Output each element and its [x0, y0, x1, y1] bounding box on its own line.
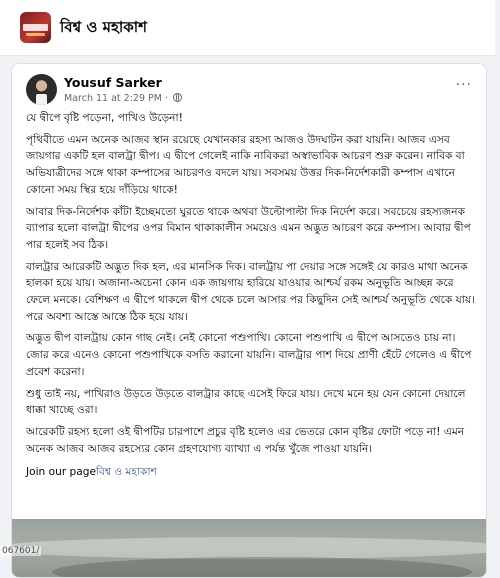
post-text: যে দ্বীপে বৃষ্টি পড়েনা, পাখিও উড়েনা! প… [26, 110, 478, 481]
right-gutter [495, 0, 500, 569]
avatar[interactable] [26, 74, 57, 105]
post-author[interactable]: Yousuf Sarker [64, 75, 162, 90]
watermark-text: 067601/ [0, 546, 42, 556]
post-card: Yousuf Sarker March 11 at 2:29 PM · ··· … [11, 63, 487, 578]
post-paragraph: যে দ্বীপে বৃষ্টি পড়েনা, পাখিও উড়েনা! [26, 112, 183, 124]
post-paragraph: পৃথিবীতে এমন অনেক আজব স্থান রয়েছে যেখান… [26, 133, 465, 196]
logo-stripe-accent [26, 33, 45, 36]
avatar-collar [36, 94, 47, 105]
join-line: Join our pageবিশ্ব ও মহাকাশ [26, 464, 478, 481]
post-paragraph: আবার দিক-নির্দেশক কাঁটা ইচ্ছেমতো ঘুরতে থ… [26, 205, 471, 251]
post-paragraph: আরেকটি রহস্য হলো ওই দ্বীপটির চারপাশে প্র… [26, 425, 465, 455]
join-prefix: Join our page [26, 466, 97, 479]
globe-icon [173, 93, 183, 102]
post-photo[interactable] [12, 519, 486, 577]
join-page-link[interactable]: বিশ্ব ও মহাকাশ [96, 466, 157, 478]
more-options-button[interactable]: ··· [456, 78, 472, 92]
post-paragraph: শুধু তাই নয়, পাখিরাও উড়তে উড়তে বালট্র… [26, 387, 466, 417]
page-title[interactable]: বিশ্ব ও মহাকাশ [60, 16, 147, 41]
post-paragraph: অদ্ভুত দ্বীপ বালট্রায় কোন গাছ নেই। নেই … [26, 332, 472, 378]
photo-sea-shadow [52, 557, 472, 577]
post-paragraph: বালট্রার আরেকটি অদ্ভুত দিক হল, এর মানসিক… [26, 260, 475, 323]
logo-stripe [23, 24, 48, 31]
page-header: বিশ্ব ও মহাকাশ [0, 0, 500, 56]
page-logo-icon[interactable] [20, 12, 51, 43]
post-timestamp[interactable]: March 11 at 2:29 PM · [64, 93, 168, 104]
photo-sea-highlight [12, 537, 486, 559]
post-meta: March 11 at 2:29 PM · [64, 93, 183, 104]
